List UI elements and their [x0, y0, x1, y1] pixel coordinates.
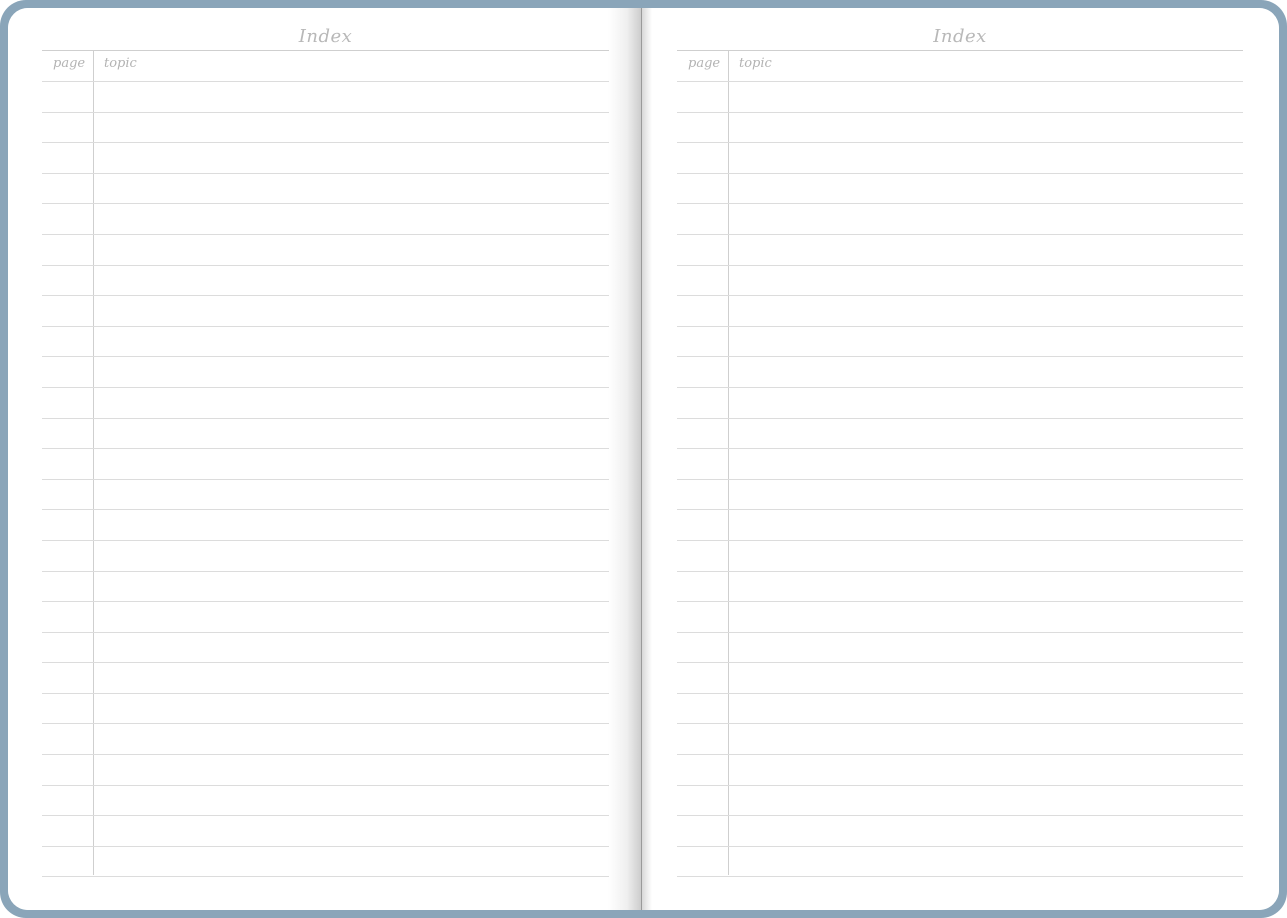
index-row — [42, 143, 609, 174]
index-row — [42, 174, 609, 205]
index-row — [42, 510, 609, 541]
index-row — [677, 449, 1243, 480]
index-row — [677, 266, 1243, 297]
index-row — [42, 357, 609, 388]
index-row — [677, 113, 1243, 144]
index-row — [42, 204, 609, 235]
index-row — [42, 82, 609, 113]
notebook-cover: Index page topic Index page topic — [0, 0, 1287, 918]
index-row — [42, 388, 609, 419]
index-row — [42, 541, 609, 572]
index-row — [677, 572, 1243, 603]
index-row — [677, 755, 1243, 786]
index-row — [677, 694, 1243, 725]
index-row — [677, 296, 1243, 327]
index-row — [42, 755, 609, 786]
index-row — [677, 235, 1243, 266]
gutter-shadow — [608, 8, 642, 910]
index-row — [677, 786, 1243, 817]
index-row — [42, 296, 609, 327]
index-row — [42, 633, 609, 664]
page-column-header: page — [53, 56, 86, 71]
index-table: page topic — [677, 50, 1243, 878]
index-row — [677, 724, 1243, 756]
index-row — [42, 847, 609, 878]
index-table: page topic — [42, 50, 609, 878]
topic-column-header: topic — [739, 56, 772, 71]
notebook-spread: Index page topic Index page topic — [8, 8, 1279, 910]
index-row — [677, 480, 1243, 511]
index-row — [42, 327, 609, 358]
index-row — [42, 480, 609, 511]
index-row — [42, 816, 609, 847]
index-row — [42, 419, 609, 450]
topic-column-header: topic — [104, 56, 137, 71]
index-row — [42, 663, 609, 694]
index-row — [677, 510, 1243, 541]
index-row — [42, 572, 609, 603]
index-row — [677, 602, 1243, 633]
index-row — [677, 174, 1243, 205]
index-row — [42, 266, 609, 297]
index-rows — [42, 82, 609, 878]
left-page: Index page topic — [8, 8, 642, 910]
index-row — [677, 419, 1243, 450]
index-row — [42, 786, 609, 817]
index-row — [677, 847, 1243, 878]
index-row — [42, 724, 609, 756]
index-row — [42, 602, 609, 633]
index-rows — [677, 82, 1243, 878]
index-row — [677, 388, 1243, 419]
index-row — [677, 82, 1243, 113]
index-row — [677, 204, 1243, 235]
gutter-shadow — [642, 8, 652, 910]
index-row — [42, 113, 609, 144]
index-row — [677, 327, 1243, 358]
index-row — [42, 449, 609, 480]
page-title: Index — [298, 26, 353, 47]
index-row — [42, 235, 609, 266]
index-row — [677, 816, 1243, 847]
page-title: Index — [933, 26, 987, 47]
index-row — [677, 633, 1243, 664]
index-row — [677, 663, 1243, 694]
table-header: page topic — [677, 50, 1243, 82]
index-row — [677, 357, 1243, 388]
page-column-header: page — [688, 56, 721, 71]
index-row — [677, 143, 1243, 174]
table-header: page topic — [42, 50, 609, 82]
index-row — [42, 694, 609, 725]
right-page: Index page topic — [642, 8, 1279, 910]
index-row — [677, 541, 1243, 572]
